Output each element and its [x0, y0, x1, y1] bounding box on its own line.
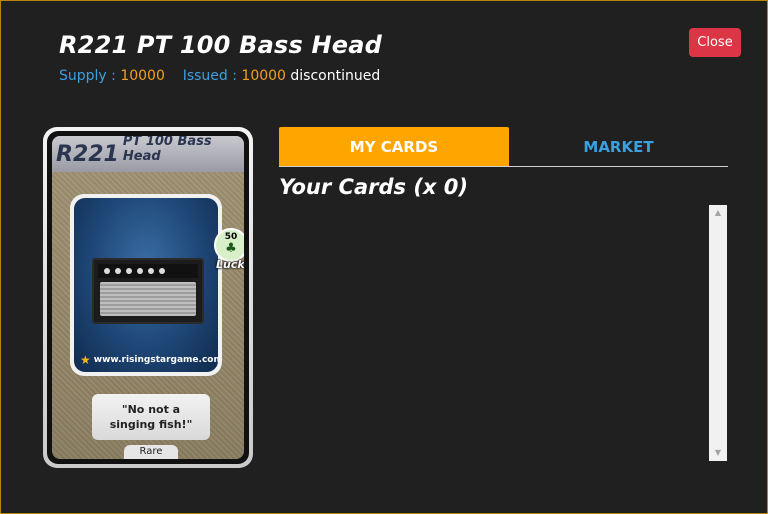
- scroll-down-icon[interactable]: ▼: [709, 445, 727, 461]
- cards-list: [279, 205, 728, 463]
- clover-icon: ♣: [225, 241, 237, 256]
- status-text: discontinued: [290, 68, 381, 84]
- card-detail-modal: R221 PT 100 Bass Head Supply : 10000 Iss…: [0, 0, 768, 514]
- card-name: PT 100 Bass Head: [122, 136, 212, 165]
- supply-value: 10000: [120, 68, 165, 84]
- section-title: Your Cards (x 0): [279, 175, 468, 199]
- scrollbar[interactable]: ▲ ▼: [709, 205, 727, 461]
- luck-label: Luck: [216, 258, 244, 271]
- amplifier-illustration: [92, 258, 204, 324]
- rarity-label: Rare: [124, 445, 178, 459]
- card-artwork: ★ www.risingstargame.com: [70, 194, 222, 376]
- star-icon: ★: [80, 353, 91, 367]
- card-face: R221 PT 100 Bass Head ★ www.risingstarga…: [52, 136, 244, 459]
- luck-badge: 50 ♣: [214, 228, 244, 262]
- card-frame: R221 PT 100 Bass Head ★ www.risingstarga…: [47, 131, 249, 464]
- close-button[interactable]: Close: [689, 28, 741, 57]
- card-stats: Supply : 10000 Issued : 10000 discontinu…: [59, 68, 380, 84]
- issued-value: 10000: [241, 68, 286, 84]
- scroll-up-icon[interactable]: ▲: [709, 205, 727, 221]
- card-code: R221: [56, 142, 119, 167]
- card-header: R221 PT 100 Bass Head: [52, 136, 244, 172]
- tab-bar: MY CARDS MARKET: [279, 127, 728, 167]
- supply-label: Supply :: [59, 68, 116, 84]
- card-quote: "No not a singing fish!": [92, 394, 210, 440]
- tab-my-cards[interactable]: MY CARDS: [279, 127, 509, 166]
- card-image: R221 PT 100 Bass Head ★ www.risingstarga…: [43, 127, 253, 468]
- site-url: ★ www.risingstargame.com: [80, 354, 218, 366]
- tab-market[interactable]: MARKET: [509, 127, 728, 166]
- site-url-text: www.risingstargame.com: [93, 355, 218, 365]
- card-title: R221 PT 100 Bass Head: [59, 31, 383, 59]
- issued-label: Issued :: [182, 68, 237, 84]
